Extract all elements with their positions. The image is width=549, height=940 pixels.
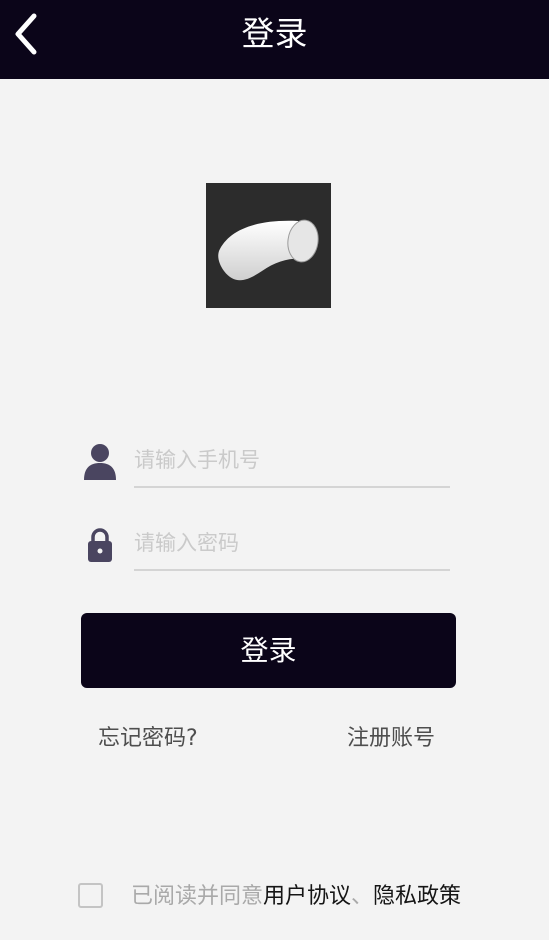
top-bar: 登录 [0, 0, 549, 79]
user-agreement-link[interactable]: 用户协议 [263, 884, 351, 909]
agreement-prefix: 已阅读并同意 [131, 884, 264, 909]
user-icon [84, 444, 116, 480]
phone-underline [134, 486, 450, 488]
password-input[interactable] [134, 517, 450, 569]
agree-checkbox[interactable] [78, 883, 103, 908]
forgot-password-link[interactable]: 忘记密码? [98, 720, 198, 752]
lock-icon [88, 528, 112, 562]
password-field [78, 517, 450, 571]
agreement-row: 已阅读并同意用户协议、隐私政策 [78, 880, 518, 914]
register-link[interactable]: 注册账号 [347, 720, 435, 752]
login-button[interactable]: 登录 [81, 613, 456, 688]
agreement-separator: 、 [351, 884, 374, 909]
page-title: 登录 [241, 14, 308, 53]
phone-input[interactable] [134, 434, 450, 486]
app-logo [206, 183, 331, 308]
phone-field [78, 434, 450, 488]
password-underline [134, 569, 450, 571]
privacy-policy-link[interactable]: 隐私政策 [373, 884, 461, 909]
pipe-elbow-logo [218, 219, 319, 281]
agreement-text: 已阅读并同意用户协议、隐私政策 [131, 880, 461, 914]
